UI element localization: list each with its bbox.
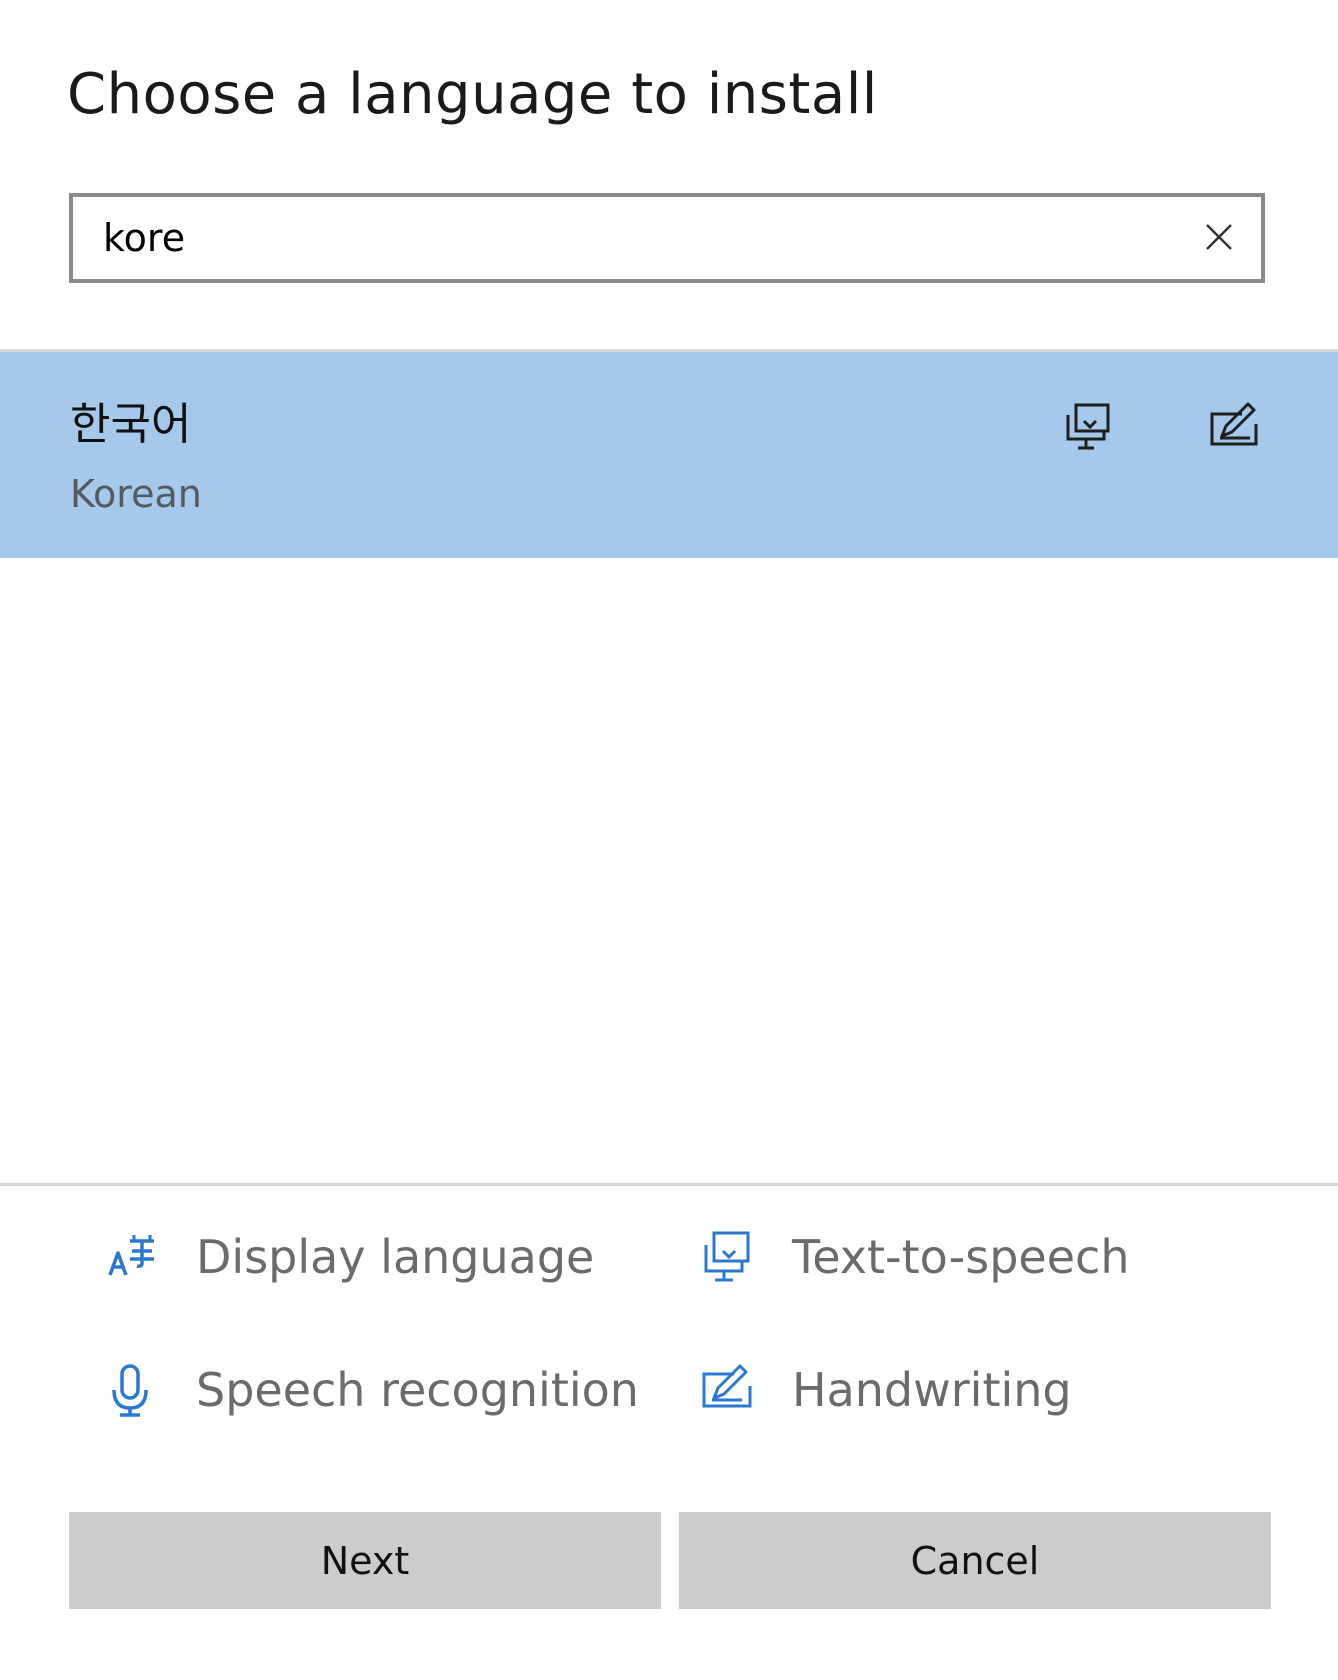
legend-handwriting: Handwriting: [700, 1355, 1072, 1425]
clear-search-button[interactable]: [1199, 217, 1239, 257]
display-language-icon: [108, 1235, 154, 1276]
legend-speech-recognition: Speech recognition: [104, 1355, 639, 1425]
handwriting-icon: [1210, 402, 1258, 446]
language-list-item-korean[interactable]: 한국어 Korean: [0, 352, 1338, 558]
language-english-name: Korean: [70, 472, 202, 516]
language-native-name: 한국어: [70, 399, 192, 450]
search-box[interactable]: [69, 193, 1265, 283]
legend-text-to-speech: Text-to-speech: [700, 1222, 1129, 1292]
legend-text-to-speech-label: Text-to-speech: [792, 1230, 1130, 1284]
cancel-button[interactable]: Cancel: [679, 1512, 1271, 1609]
next-button[interactable]: Next: [69, 1512, 661, 1609]
legend-divider: [0, 1183, 1338, 1186]
legend-handwriting-label: Handwriting: [792, 1363, 1072, 1417]
dialog-title: Choose a language to install: [67, 62, 878, 127]
microphone-icon: [112, 1364, 148, 1417]
legend-display-language: Display language: [104, 1222, 594, 1292]
search-input[interactable]: [103, 197, 1183, 279]
handwriting-icon: [702, 1364, 752, 1408]
text-to-speech-icon: [704, 1231, 750, 1282]
text-to-speech-icon: [1066, 403, 1110, 450]
close-icon: [1206, 224, 1232, 250]
legend-display-language-label: Display language: [196, 1230, 595, 1284]
legend-speech-recognition-label: Speech recognition: [196, 1363, 639, 1417]
